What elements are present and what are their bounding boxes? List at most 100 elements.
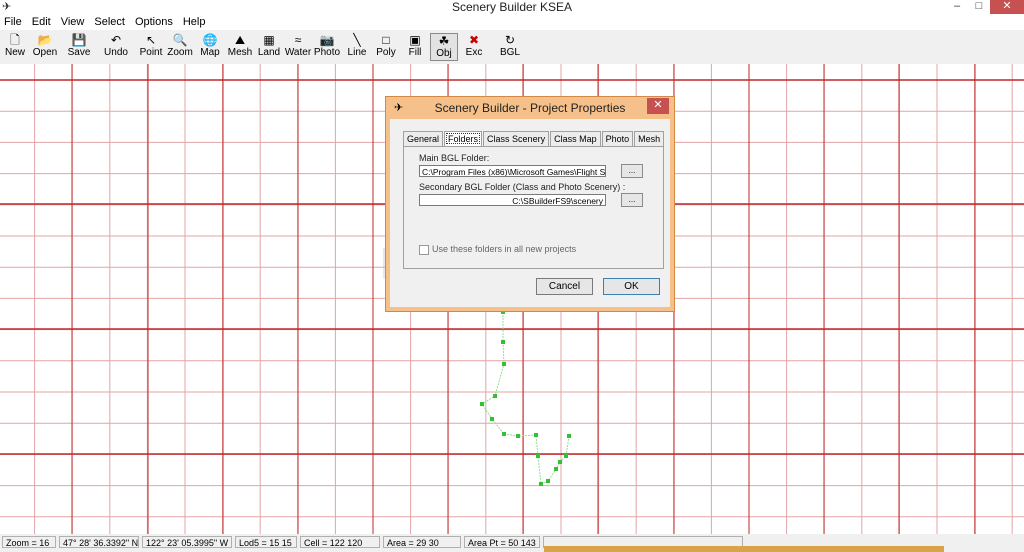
water-icon: ≈ <box>294 33 302 47</box>
obj-label: Obj <box>436 48 452 59</box>
line-vertex[interactable] <box>490 417 494 421</box>
main-bgl-field[interactable]: C:\Program Files (x86)\Microsoft Games\F… <box>419 165 606 177</box>
maximize-button[interactable]: □ <box>968 0 990 14</box>
tab-mesh[interactable]: Mesh <box>634 131 665 146</box>
dialog-client: General Folders Class Scenery Class Map … <box>390 119 670 307</box>
tab-folders[interactable]: Folders <box>444 131 483 146</box>
undo-icon: ↶ <box>110 33 122 47</box>
status-area-point: Area Pt = 50 143 <box>464 536 540 548</box>
new-button[interactable]: 🗋 New <box>3 33 27 61</box>
line-vertex[interactable] <box>567 434 571 438</box>
line-icon: ╲ <box>353 33 361 47</box>
dialog-close-button[interactable]: ✕ <box>647 98 669 114</box>
cancel-button[interactable]: Cancel <box>536 278 593 295</box>
main-bgl-browse-button[interactable]: ... <box>621 164 643 178</box>
polygon-icon: □ <box>382 33 390 47</box>
undo-button[interactable]: ↶ Undo <box>102 33 130 61</box>
fill-label: Fill <box>408 47 422 58</box>
mesh-button[interactable]: ⛰ Mesh <box>226 33 254 61</box>
line-vertex[interactable] <box>493 394 497 398</box>
tab-class-scenery[interactable]: Class Scenery <box>483 131 550 146</box>
dialog-title: Scenery Builder - Project Properties <box>434 101 626 115</box>
status-longitude: 122° 23' 05.3995" W <box>142 536 232 548</box>
save-disk-icon: 💾 <box>71 33 87 47</box>
line-vertex[interactable] <box>502 432 506 436</box>
status-zoom: Zoom = 16 <box>2 536 56 548</box>
folders-panel: Main BGL Folder: C:\Program Files (x86)\… <box>403 146 664 269</box>
tab-general[interactable]: General <box>403 131 444 146</box>
ok-button[interactable]: OK <box>603 278 660 295</box>
bgl-compile-icon: ↻ <box>504 33 516 47</box>
land-icon: ▦ <box>263 33 275 47</box>
zoom-button[interactable]: 🔍 Zoom <box>166 33 194 61</box>
fill-icon: ▣ <box>409 33 421 47</box>
save-button[interactable]: 💾 Save <box>66 33 92 61</box>
menu-help[interactable]: Help <box>179 14 212 30</box>
window-title: Scenery Builder KSEA <box>451 0 573 14</box>
line-vertices <box>480 310 571 486</box>
line-vertex[interactable] <box>558 460 562 464</box>
undo-label: Undo <box>104 47 128 58</box>
menu-select[interactable]: Select <box>90 14 131 30</box>
line-vertex[interactable] <box>546 479 550 483</box>
open-button[interactable]: 📂 Open <box>31 33 59 61</box>
point-label: Point <box>139 47 163 58</box>
tab-photo[interactable]: Photo <box>601 131 634 146</box>
menu-file[interactable]: File <box>0 14 28 30</box>
exclude-icon: ✖ <box>468 33 480 47</box>
secondary-bgl-browse-button[interactable]: ... <box>621 193 643 207</box>
scenery-line-object[interactable] <box>480 310 571 486</box>
map-label: Map <box>200 47 220 58</box>
menu-bar: File Edit View Select Options Help <box>0 14 1024 30</box>
status-lod: Lod5 = 15 15 <box>235 536 297 548</box>
secondary-bgl-field[interactable]: C:\SBuilderFS9\scenery <box>419 194 606 206</box>
save-label: Save <box>67 47 91 58</box>
tab-class-map[interactable]: Class Map <box>550 131 601 146</box>
bgl-label: BGL <box>499 47 520 58</box>
pointer-icon: ↖ <box>145 33 157 47</box>
new-file-icon: 🗋 <box>10 33 20 47</box>
photo-button[interactable]: 📷 Photo <box>313 33 341 61</box>
map-button[interactable]: 🌐 Map <box>197 33 223 61</box>
status-cell: Cell = 122 120 <box>300 536 380 548</box>
line-vertex[interactable] <box>480 402 484 406</box>
secondary-bgl-label: Secondary BGL Folder (Class and Photo Sc… <box>419 182 626 192</box>
line-vertex[interactable] <box>516 434 520 438</box>
line-button[interactable]: ╲ Line <box>344 33 370 61</box>
menu-view[interactable]: View <box>57 14 91 30</box>
open-label: Open <box>32 47 58 58</box>
mesh-label: Mesh <box>227 47 253 58</box>
close-icon: ✕ <box>653 99 663 111</box>
poly-button[interactable]: □ Poly <box>373 33 399 61</box>
line-vertex[interactable] <box>564 454 568 458</box>
point-button[interactable]: ↖ Point <box>137 33 165 61</box>
exc-button[interactable]: ✖ Exc <box>462 33 486 61</box>
line-vertex[interactable] <box>502 362 506 366</box>
menu-edit[interactable]: Edit <box>28 14 57 30</box>
obj-button[interactable]: ☘ Obj <box>430 33 458 61</box>
camera-icon: 📷 <box>319 33 335 47</box>
window-controls: – □ ✕ <box>946 0 1024 14</box>
bgl-button[interactable]: ↻ BGL <box>497 33 523 61</box>
status-area: Area = 29 30 <box>383 536 461 548</box>
main-bgl-label: Main BGL Folder: <box>419 153 490 163</box>
line-vertex[interactable] <box>534 433 538 437</box>
line-vertex[interactable] <box>501 340 505 344</box>
close-button[interactable]: ✕ <box>990 0 1024 14</box>
line-label: Line <box>347 47 367 58</box>
line-vertex[interactable] <box>539 482 543 486</box>
land-button[interactable]: ▦ Land <box>256 33 282 61</box>
mesh-icon: ⛰ <box>234 33 246 47</box>
line-vertex[interactable] <box>536 454 540 458</box>
fill-button[interactable]: ▣ Fill <box>403 33 427 61</box>
new-label: New <box>4 47 25 58</box>
taskbar-strip <box>544 546 944 552</box>
toolbar: 🗋 New 📂 Open 💾 Save ↶ Undo ↖ Point 🔍 Zoom 🌐 Map… <box>0 30 1024 65</box>
minimize-button[interactable]: – <box>946 0 968 14</box>
status-bar: Zoom = 16 47° 28' 36.3392" N 122° 23' 05… <box>0 534 1024 552</box>
water-button[interactable]: ≈ Water <box>284 33 312 61</box>
use-folders-checkbox[interactable] <box>419 245 429 255</box>
menu-options[interactable]: Options <box>131 14 179 30</box>
line-vertex[interactable] <box>554 467 558 471</box>
land-label: Land <box>257 47 281 58</box>
